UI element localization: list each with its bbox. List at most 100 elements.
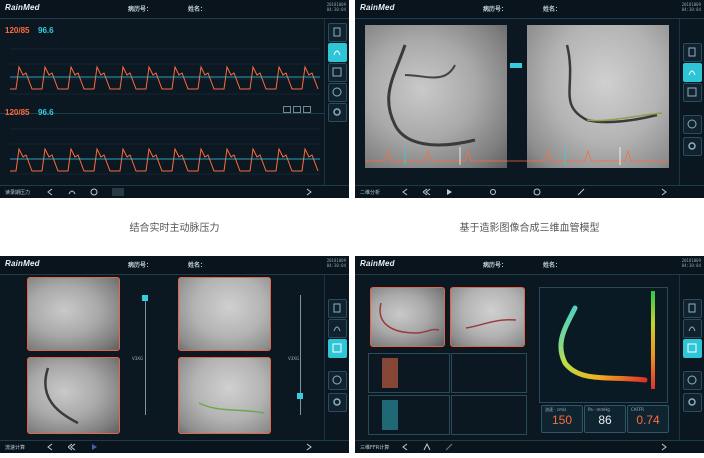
timestamp: 20181009 04:30:04 xyxy=(326,258,346,268)
angiogram-bottom-right xyxy=(178,357,271,434)
measure-icon[interactable] xyxy=(445,443,453,451)
zoom-controls[interactable] xyxy=(283,98,311,117)
pressure-view: 120/85 96.6 120/85 96.6 xyxy=(0,19,324,186)
sidebar-pressure-button[interactable] xyxy=(683,63,702,82)
color-scale-bar xyxy=(651,291,655,389)
patient-name-label: 姓名： xyxy=(188,262,207,269)
sidebar-report-button[interactable] xyxy=(328,339,347,358)
vessel-tool-icon[interactable] xyxy=(423,443,431,451)
record-number-label: 病历号： xyxy=(128,6,153,13)
patient-name-label: 姓名： xyxy=(543,262,562,269)
sidebar-settings-button[interactable] xyxy=(683,393,702,412)
panel-3d-model: RainMed 病历号： 姓名： 20181009 04:30:04 二维分析 xyxy=(355,0,704,198)
sidebar-clock-button[interactable] xyxy=(328,371,347,390)
sidebar xyxy=(324,19,349,186)
contrast-icon[interactable] xyxy=(533,188,541,196)
slider-handle-right[interactable] xyxy=(297,393,303,399)
patient-name-label: 姓名： xyxy=(543,6,562,13)
sidebar-report-button[interactable] xyxy=(683,83,702,102)
info-table-bottom xyxy=(451,395,527,435)
record-number-label: 病历号： xyxy=(128,262,153,269)
sidebar-clock-button[interactable] xyxy=(683,115,702,134)
angiogram-left xyxy=(370,287,445,347)
rewind-icon[interactable] xyxy=(68,443,76,451)
sidebar-pressure-button[interactable] xyxy=(683,319,702,338)
sidebar-settings-button[interactable] xyxy=(328,103,347,122)
ffr-view: 流速 · cm/s 150 Pa · mmHg 86 CAFFR 0.74 xyxy=(355,275,679,441)
velocity-chart xyxy=(368,353,450,393)
info-table-top xyxy=(451,353,527,393)
angio-view xyxy=(355,19,679,186)
next-arrow-icon[interactable] xyxy=(660,443,668,451)
vessel-label-right: V3XG xyxy=(288,356,300,361)
panel-flow-velocity: RainMed 病历号： 姓名： 20181009 04:30:04 V3XG V… xyxy=(0,256,349,453)
record-number-label: 病历号： xyxy=(483,6,508,13)
frame-slider-marker[interactable] xyxy=(510,63,522,68)
back-arrow-icon[interactable] xyxy=(46,443,54,451)
mean-pressure-bottom: 96.6 xyxy=(38,108,54,117)
info-icon[interactable] xyxy=(90,188,98,196)
pressure-reading-top: 120/85 xyxy=(5,26,30,35)
footer-title: 二维分析 xyxy=(360,190,381,196)
angiogram-bottom-left xyxy=(27,357,120,434)
brand-logo: RainMed xyxy=(360,3,395,12)
metric-caffr-value: 0.74 xyxy=(636,413,660,427)
brand-logo: RainMed xyxy=(5,259,40,268)
play-icon[interactable] xyxy=(90,443,98,451)
record-icon[interactable] xyxy=(112,188,124,196)
sidebar-document-button[interactable] xyxy=(328,299,347,318)
sidebar-settings-button[interactable] xyxy=(328,393,347,412)
timestamp: 20181009 04:30:04 xyxy=(326,2,346,12)
brand-logo: RainMed xyxy=(360,259,395,268)
footer-bar: 二维分析 xyxy=(355,185,704,198)
back-arrow-icon[interactable] xyxy=(401,188,409,196)
footer-title: 读录期压力 xyxy=(5,190,31,196)
wave-icon[interactable] xyxy=(68,188,76,196)
footer-bar: 三维FFR计算 xyxy=(355,440,704,453)
next-arrow-icon[interactable] xyxy=(305,443,313,451)
footer-bar: 读录期压力 xyxy=(0,185,349,198)
caption-aortic-pressure: 结合实时主动脉压力 xyxy=(129,223,220,234)
sidebar-document-button[interactable] xyxy=(683,43,702,62)
next-arrow-icon[interactable] xyxy=(305,188,313,196)
sidebar-clock-button[interactable] xyxy=(683,371,702,390)
rewind-icon[interactable] xyxy=(423,188,431,196)
slider-handle-left[interactable] xyxy=(142,295,148,301)
ecg-strip xyxy=(365,147,669,165)
caffr-chart xyxy=(368,395,450,435)
timestamp: 20181009 04:30:04 xyxy=(681,2,701,12)
sidebar-document-button[interactable] xyxy=(328,23,347,42)
brightness-icon[interactable] xyxy=(489,188,497,196)
sidebar-pressure-button[interactable] xyxy=(328,43,347,62)
header-bar: RainMed 病历号： 姓名： 20181009 04:30:04 xyxy=(355,256,704,275)
angio-grid: V3XG V3XG xyxy=(0,275,324,441)
metric-pressure-value: 86 xyxy=(598,413,612,427)
footer-bar: 流速计算 xyxy=(0,440,349,453)
sidebar-document-button[interactable] xyxy=(683,299,702,318)
angiogram-top-left xyxy=(27,277,120,351)
metric-caffr: CAFFR 0.74 xyxy=(627,405,669,433)
patient-name-label: 姓名： xyxy=(188,6,207,13)
slider-track-left[interactable] xyxy=(145,295,146,415)
play-icon[interactable] xyxy=(445,188,453,196)
metric-caffr-label: CAFFR xyxy=(631,407,644,412)
brand-logo: RainMed xyxy=(5,3,40,12)
sidebar-clock-button[interactable] xyxy=(328,83,347,102)
sidebar xyxy=(679,19,704,186)
metric-pressure-label: Pa · mmHg xyxy=(588,407,610,412)
header-bar: RainMed 病历号： 姓名： 20181009 04:30:04 xyxy=(0,0,349,19)
sidebar-report-button[interactable] xyxy=(683,339,702,358)
vessel-3d-view[interactable] xyxy=(539,287,668,403)
sidebar-settings-button[interactable] xyxy=(683,137,702,156)
vessel-tool-icon[interactable] xyxy=(577,188,585,196)
pressure-waveform-bottom xyxy=(10,128,320,175)
sidebar-pressure-button[interactable] xyxy=(328,319,347,338)
back-arrow-icon[interactable] xyxy=(46,188,54,196)
angiogram-right xyxy=(450,287,525,347)
header-bar: RainMed 病历号： 姓名： 20181009 04:30:04 xyxy=(0,256,349,275)
back-arrow-icon[interactable] xyxy=(401,443,409,451)
sidebar xyxy=(679,275,704,441)
sidebar-report-button[interactable] xyxy=(328,63,347,82)
next-arrow-icon[interactable] xyxy=(660,188,668,196)
panel-ffr: RainMed 病历号： 姓名： 20181009 04:30:04 流速 · c… xyxy=(355,256,704,453)
